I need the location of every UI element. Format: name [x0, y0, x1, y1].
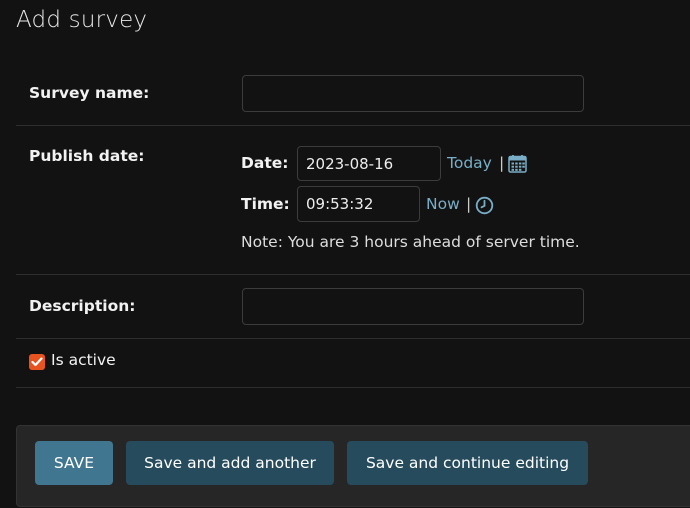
time-input[interactable]	[297, 186, 420, 222]
description-row: Description:	[16, 275, 690, 339]
survey-name-input[interactable]	[242, 75, 584, 112]
survey-name-row: Survey name:	[16, 62, 690, 126]
time-separator: |	[466, 195, 472, 213]
description-label: Description:	[29, 297, 136, 315]
is-active-label: Is active	[51, 351, 116, 369]
save-button[interactable]: SAVE	[35, 441, 113, 485]
date-separator: |	[499, 154, 505, 172]
timezone-note: Note: You are 3 hours ahead of server ti…	[241, 233, 580, 251]
save-and-continue-button[interactable]: Save and continue editing	[347, 441, 588, 485]
time-label: Time:	[241, 195, 290, 213]
page-title: Add survey	[16, 7, 148, 33]
submit-row: SAVE Save and add another Save and conti…	[16, 425, 690, 507]
date-label: Date:	[241, 154, 289, 172]
save-and-add-another-button[interactable]: Save and add another	[126, 441, 334, 485]
survey-name-label: Survey name:	[29, 84, 150, 102]
is-active-checkbox[interactable]	[29, 354, 45, 370]
checkmark-icon	[31, 357, 43, 367]
is-active-row: Is active	[16, 339, 690, 388]
now-link[interactable]: Now	[426, 195, 460, 213]
today-link[interactable]: Today	[447, 154, 492, 172]
date-input[interactable]	[297, 146, 441, 181]
publish-date-row: Publish date: Date: Today | Time: Now | …	[16, 126, 690, 275]
publish-date-label: Publish date:	[29, 147, 145, 165]
calendar-icon[interactable]	[508, 154, 527, 177]
clock-icon[interactable]	[475, 196, 494, 219]
description-input[interactable]	[242, 288, 584, 325]
